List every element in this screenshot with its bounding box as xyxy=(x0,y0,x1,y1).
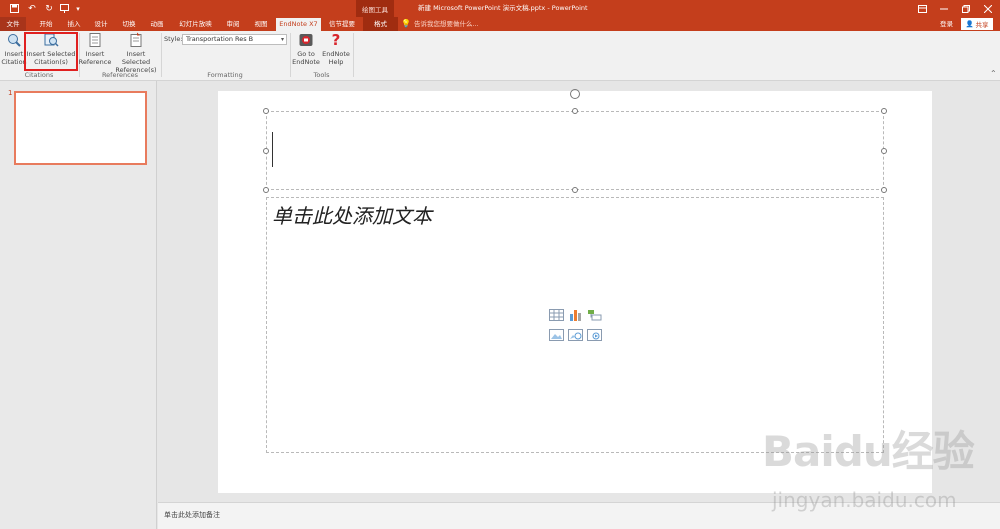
title-placeholder[interactable] xyxy=(266,111,884,190)
group-label-formatting: Formatting xyxy=(207,71,243,79)
tab-file[interactable]: 文件 xyxy=(0,17,26,31)
resize-handle[interactable] xyxy=(263,148,269,154)
insert-picture-icon[interactable] xyxy=(549,329,564,341)
start-from-beginning-icon[interactable] xyxy=(58,2,70,15)
share-button[interactable]: 👤 共享 xyxy=(961,18,993,30)
title-bar: ↶ ↻ ▾ 绘图工具 新建 Microsoft PowerPoint 演示文稿.… xyxy=(0,0,1000,17)
help-question-icon: ? xyxy=(331,31,341,49)
go-to-endnote-button[interactable]: Go to EndNote xyxy=(292,32,320,66)
insert-citation-icon xyxy=(8,34,21,47)
endnote-help-label: EndNote Help xyxy=(322,50,350,66)
baidu-watermark: Baidu经验 jingyan.baidu.com xyxy=(762,418,1000,518)
watermark-logo: Baidu经验 xyxy=(762,427,975,476)
tab-endnote-x7[interactable]: EndNote X7 xyxy=(276,18,321,31)
insert-smartart-icon[interactable] xyxy=(587,309,602,321)
close-icon[interactable] xyxy=(977,0,999,17)
tab-insert[interactable]: 插入 xyxy=(62,17,86,31)
slide-number: 1 xyxy=(8,89,13,97)
minimize-icon[interactable] xyxy=(933,0,955,17)
insert-selected-reference-icon xyxy=(130,32,142,47)
lightbulb-icon: 💡 xyxy=(401,19,411,28)
rotate-handle-icon[interactable] xyxy=(570,89,580,99)
insert-reference-label: Insert Reference xyxy=(78,50,112,66)
save-icon[interactable] xyxy=(8,2,20,15)
insert-chart-icon[interactable] xyxy=(568,309,583,321)
style-select[interactable]: Transportation Res B ▾ xyxy=(182,34,287,45)
insert-reference-button[interactable]: Insert Reference xyxy=(78,32,112,66)
resize-handle[interactable] xyxy=(263,187,269,193)
tell-me-search[interactable]: 💡 告诉我您想要做什么... xyxy=(401,17,479,31)
insert-video-icon[interactable] xyxy=(587,329,602,341)
insert-table-icon[interactable] xyxy=(549,309,564,321)
text-cursor xyxy=(272,132,273,167)
insert-citation-label: Insert Citation xyxy=(1,50,27,66)
ribbon-display-options-icon[interactable] xyxy=(911,0,933,17)
tab-slide-show[interactable]: 幻灯片放映 xyxy=(173,17,218,31)
share-label: 共享 xyxy=(975,21,989,29)
tab-format[interactable]: 格式 xyxy=(363,17,398,31)
resize-handle[interactable] xyxy=(572,187,578,193)
watermark-url: jingyan.baidu.com xyxy=(772,488,957,512)
tab-view[interactable]: 视图 xyxy=(249,17,273,31)
resize-handle[interactable] xyxy=(263,108,269,114)
tab-design[interactable]: 设计 xyxy=(89,17,113,31)
tab-animations[interactable]: 动画 xyxy=(145,17,169,31)
tab-review[interactable]: 审阅 xyxy=(221,17,245,31)
notes-placeholder: 单击此处添加备注 xyxy=(164,511,220,519)
resize-handle[interactable] xyxy=(572,108,578,114)
ribbon-tab-bar: 文件 开始 插入 设计 切换 动画 幻灯片放映 审阅 视图 EndNote X7… xyxy=(0,17,1000,31)
sign-in-link[interactable]: 登录 xyxy=(940,17,953,31)
undo-icon[interactable]: ↶ xyxy=(25,2,39,15)
insert-online-picture-icon[interactable] xyxy=(568,329,583,341)
ribbon-separator xyxy=(353,33,354,77)
content-placeholder-text: 单击此处添加文本 xyxy=(272,204,432,228)
window-title: 新建 Microsoft PowerPoint 演示文稿.pptx - Powe… xyxy=(418,4,588,12)
slide-thumbnail-pane: 1 xyxy=(0,81,157,529)
tell-me-text: 告诉我您想要做什么... xyxy=(413,20,479,28)
resize-handle[interactable] xyxy=(881,148,887,154)
go-to-endnote-label: Go to EndNote xyxy=(292,50,320,66)
group-label-tools: Tools xyxy=(313,71,330,79)
resize-handle[interactable] xyxy=(881,108,887,114)
endnote-help-button[interactable]: ? EndNote Help xyxy=(322,32,350,66)
drawing-tools-context-label: 绘图工具 xyxy=(356,0,394,17)
insert-selected-references-button[interactable]: Insert Selected Reference(s) xyxy=(112,32,160,74)
chevron-down-icon: ▾ xyxy=(280,36,284,43)
customize-qat-icon[interactable]: ▾ xyxy=(73,2,83,15)
endnote-app-icon xyxy=(299,34,313,46)
group-label-references: References xyxy=(101,71,139,79)
collapse-ribbon-icon[interactable]: ⌃ xyxy=(990,69,997,78)
restore-icon[interactable] xyxy=(955,0,977,17)
content-placeholder[interactable] xyxy=(266,197,884,453)
tab-storyboard[interactable]: 信节提要 xyxy=(325,17,359,31)
group-label-citations: Citations xyxy=(24,71,54,79)
highlight-box xyxy=(24,32,78,71)
insert-reference-icon xyxy=(89,33,101,47)
style-value: Transportation Res B xyxy=(186,35,254,43)
insert-citation-button[interactable]: Insert Citation xyxy=(1,32,27,66)
person-icon: 👤 xyxy=(965,20,974,28)
tab-home[interactable]: 开始 xyxy=(34,17,58,31)
tab-transitions[interactable]: 切换 xyxy=(117,17,141,31)
style-label: Style: xyxy=(164,35,183,43)
slide-thumbnail[interactable] xyxy=(14,91,147,165)
ribbon: Insert Citation Insert Selected Citation… xyxy=(0,31,1000,81)
resize-handle[interactable] xyxy=(881,187,887,193)
redo-icon[interactable]: ↻ xyxy=(43,2,55,15)
